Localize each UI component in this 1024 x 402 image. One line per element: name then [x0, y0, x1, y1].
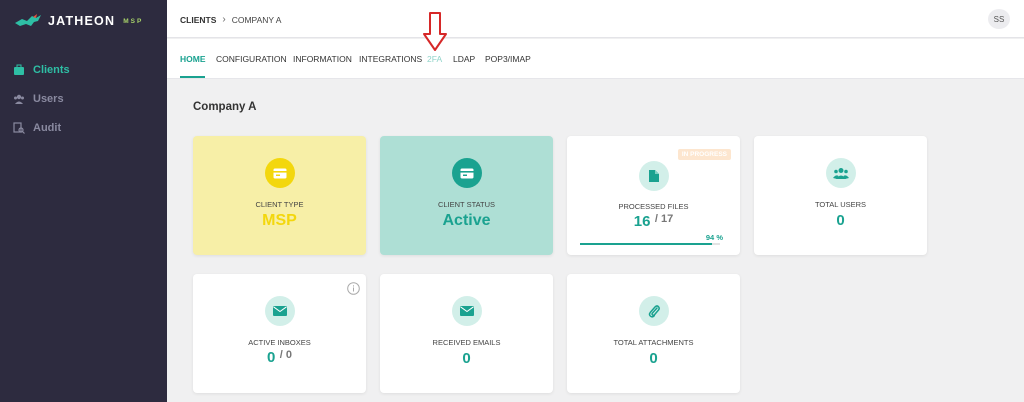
users-icon [14, 94, 24, 104]
brand-name: JATHEON [48, 14, 116, 28]
client-type-card: CLIENT TYPE MSP [193, 136, 366, 255]
client-type-label: CLIENT TYPE [255, 200, 304, 209]
processed-files-card: IN PROGRESS PROCESSED FILES 16 / 17 94 % [567, 136, 740, 255]
progress-fill [580, 243, 712, 245]
annotation-arrow-icon [423, 12, 447, 51]
envelope-icon [452, 296, 482, 326]
card-icon [265, 158, 295, 188]
card-icon [452, 158, 482, 188]
breadcrumb: CLIENTS › COMPANY A [180, 14, 281, 25]
tab-integrations[interactable]: INTEGRATIONS [359, 54, 422, 64]
envelope-icon [265, 296, 295, 326]
sidebar-nav: Clients Users Audit [0, 55, 167, 142]
tab-configuration[interactable]: CONFIGURATION [216, 54, 287, 64]
tab-2fa[interactable]: 2FA [427, 54, 442, 64]
active-inboxes-total: / 0 [279, 349, 293, 361]
processed-files-count: 16 / 17 [567, 213, 740, 231]
sidebar-item-users[interactable]: Users [0, 84, 167, 113]
sidebar: JATHEON MSP Clients Users Audit [0, 0, 167, 402]
briefcase-icon [14, 64, 24, 75]
file-icon [639, 161, 669, 191]
page-title: Company A [193, 101, 257, 113]
client-status-label: CLIENT STATUS [437, 200, 496, 209]
info-icon[interactable] [347, 282, 360, 295]
tab-pop3-imap[interactable]: POP3/IMAP [485, 54, 531, 64]
progress-percent: 94 % [705, 233, 723, 242]
brand-sub: MSP [123, 17, 144, 25]
tab-information[interactable]: INFORMATION [293, 54, 352, 64]
received-emails-label: RECEIVED EMAILS [432, 338, 501, 347]
active-inboxes-value: 0 [266, 349, 276, 366]
status-badge: IN PROGRESS [677, 149, 731, 160]
logo[interactable]: JATHEON MSP [14, 10, 143, 32]
total-users-card: TOTAL USERS 0 [754, 136, 927, 255]
sidebar-item-label: Audit [33, 121, 62, 134]
sidebar-item-audit[interactable]: Audit [0, 113, 167, 142]
tab-bar: HOME CONFIGURATION INFORMATION INTEGRATI… [167, 39, 1024, 79]
top-bar: CLIENTS › COMPANY A SS [167, 0, 1024, 38]
processed-files-label: PROCESSED FILES [618, 202, 689, 211]
active-inboxes-label: ACTIVE INBOXES [248, 338, 311, 347]
active-inboxes-card: ACTIVE INBOXES 0 / 0 [193, 274, 366, 393]
client-status-card: CLIENT STATUS Active [380, 136, 553, 255]
audit-icon [13, 121, 25, 134]
breadcrumb-clients[interactable]: CLIENTS [180, 15, 216, 25]
total-users-label: TOTAL USERS [814, 200, 867, 209]
total-users-value: 0 [836, 212, 845, 229]
progress-bar [580, 243, 720, 245]
paperclip-icon [639, 296, 669, 326]
total-attachments-label: TOTAL ATTACHMENTS [613, 338, 694, 347]
received-emails-value: 0 [462, 350, 471, 367]
breadcrumb-current: COMPANY A [231, 14, 282, 25]
tab-ldap[interactable]: LDAP [453, 54, 475, 64]
processed-files-total: / 17 [654, 213, 674, 225]
processed-files-value: 16 [633, 213, 651, 230]
client-status-value: Active [442, 212, 491, 229]
tab-home[interactable]: HOME [180, 54, 206, 64]
users-icon [826, 158, 856, 188]
sidebar-item-clients[interactable]: Clients [0, 55, 167, 84]
sidebar-item-label: Users [33, 92, 64, 105]
avatar[interactable]: SS [988, 9, 1010, 29]
client-type-value: MSP [262, 212, 297, 229]
active-inboxes-count: 0 / 0 [193, 349, 366, 367]
total-attachments-card: TOTAL ATTACHMENTS 0 [567, 274, 740, 393]
dragon-logo-icon [15, 14, 41, 26]
sidebar-item-label: Clients [33, 63, 70, 76]
total-attachments-value: 0 [649, 350, 658, 367]
active-tab-indicator [180, 76, 205, 78]
received-emails-card: RECEIVED EMAILS 0 [380, 274, 553, 393]
chevron-right-icon: › [222, 14, 226, 25]
